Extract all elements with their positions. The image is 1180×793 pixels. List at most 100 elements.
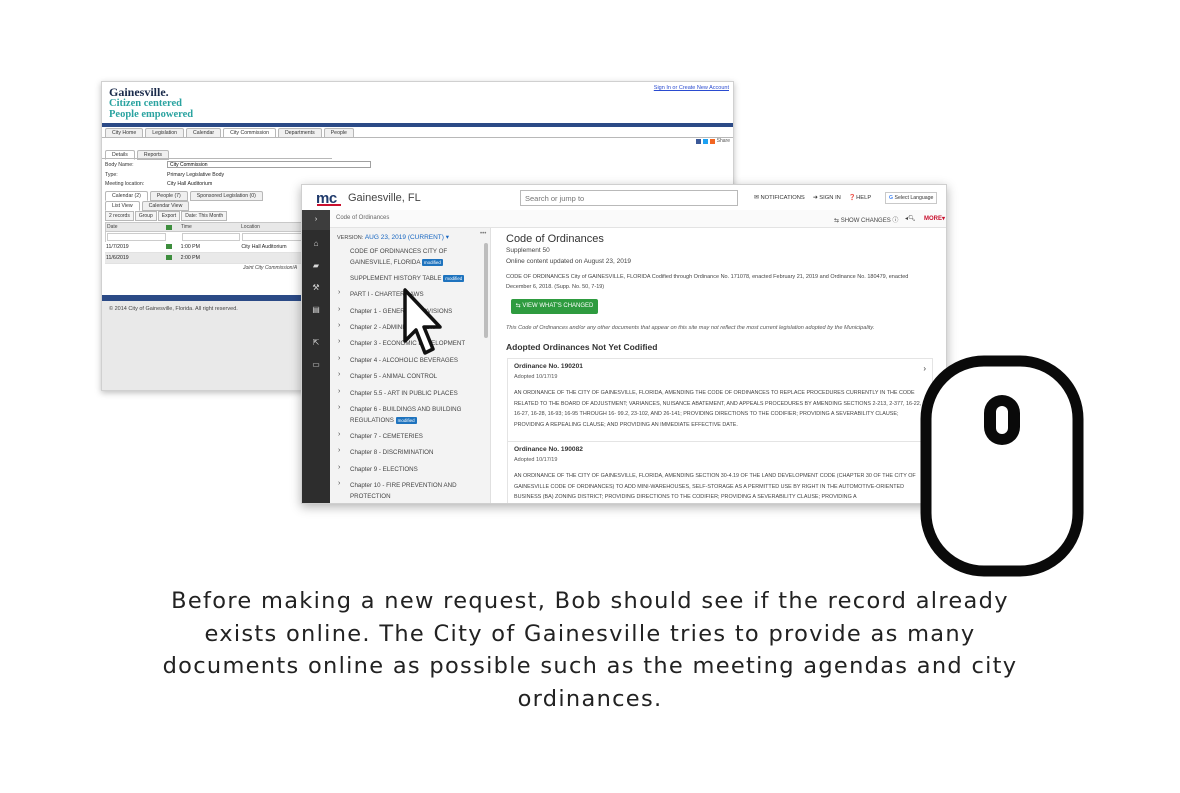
body-name-select[interactable]: City Commission <box>167 161 371 168</box>
calendar-icon[interactable] <box>165 255 172 260</box>
version-selector[interactable]: VERSION: AUG 23, 2019 (CURRENT) ▾ <box>337 233 449 241</box>
expand-icon[interactable]: › <box>338 355 340 362</box>
gainesville-logo-tagline: Citizen centered People empowered <box>109 98 193 120</box>
facebook-icon[interactable] <box>695 138 701 144</box>
calendar-icon[interactable] <box>165 244 172 249</box>
expand-icon[interactable]: › <box>338 404 340 411</box>
notifications-link[interactable]: ✉ NOTIFICATIONS <box>754 195 805 201</box>
field-label: Body Name: <box>105 162 134 168</box>
document-icon[interactable]: ▤ <box>302 305 330 314</box>
more-menu[interactable]: MORE▾ <box>924 215 945 222</box>
grid-filter-row <box>105 232 310 242</box>
expand-icon[interactable]: › <box>338 480 340 487</box>
table-row[interactable]: 11/7/2019 1:00 PM City Hall Auditorium <box>105 242 310 253</box>
language-label: Select Language <box>894 195 934 201</box>
tab-sponsored-legislation[interactable]: Sponsored Legislation (0) <box>189 191 263 201</box>
twitter-icon[interactable] <box>702 138 708 144</box>
search-input[interactable] <box>520 190 738 206</box>
google-icon: G <box>889 195 894 201</box>
expand-icon[interactable]: › <box>338 431 340 438</box>
ordinance-adopted-date: Adopted 10/17/19 <box>514 374 558 380</box>
share-tools: Share <box>695 138 730 144</box>
supplement-label: Supplement 50 <box>506 247 550 254</box>
external-link-icon[interactable]: ⇱ <box>302 338 330 347</box>
tab-list-view[interactable]: List View <box>105 201 140 211</box>
toc-item[interactable]: Chapter 10 - FIRE PREVENTION AND PROTECT… <box>350 480 468 502</box>
expand-icon[interactable]: › <box>338 371 340 378</box>
code-description: CODE OF ORDINANCES City of GAINESVILLE, … <box>506 274 909 290</box>
ordinance-number: Ordinance No. 190082 <box>514 446 583 453</box>
share-icon[interactable] <box>709 138 715 144</box>
expand-icon[interactable]: › <box>338 388 340 395</box>
joint-commission-note: Joint City Commission/A <box>243 265 298 271</box>
share-label[interactable]: Share <box>717 138 730 144</box>
tab-calendar-count[interactable]: Calendar (2) <box>105 191 148 201</box>
toc-scrollbar[interactable] <box>484 243 488 338</box>
header-bar <box>102 123 733 127</box>
home-icon[interactable]: ⌂ <box>302 239 330 248</box>
filter-icon[interactable] <box>167 232 181 242</box>
tab-divider <box>102 137 733 138</box>
row-time: 2:00 PM <box>180 255 200 261</box>
city-name[interactable]: Gainesville, FL <box>348 192 421 204</box>
column-calendar <box>166 223 181 231</box>
expand-icon[interactable]: › <box>338 447 340 454</box>
search-icon[interactable]: ◂🔍︎ <box>905 215 916 222</box>
ordinance-text: AN ORDINANCE OF THE CITY OF GAINESVILLE,… <box>514 390 922 428</box>
row-date: 11/7/2019 <box>106 244 129 250</box>
expand-rail-icon[interactable]: › <box>302 210 330 230</box>
modified-badge: modified <box>421 258 443 266</box>
expand-icon[interactable]: › <box>338 289 340 296</box>
date-filter-button[interactable]: Date: This Month <box>181 211 228 221</box>
row-calendar[interactable] <box>165 253 181 263</box>
modified-badge: modified <box>443 274 465 282</box>
field-label: Meeting location: <box>105 181 145 187</box>
more-label: MORE <box>924 216 942 222</box>
toc-item[interactable]: Chapter 6 - BUILDINGS AND BUILDING REGUL… <box>350 404 468 426</box>
toc-item[interactable]: SUPPLEMENT HISTORY TABLE modified <box>350 273 468 284</box>
toc-item[interactable]: Chapter 5 - ANIMAL CONTROL <box>350 371 468 382</box>
breadcrumb[interactable]: Code of Ordinances <box>336 215 389 221</box>
expand-icon[interactable]: › <box>338 322 340 329</box>
toc-item[interactable]: Chapter 7 - CEMETERIES <box>350 431 468 442</box>
gavel-icon[interactable]: ⚒ <box>302 283 330 292</box>
show-changes-label: SHOW CHANGES <box>840 218 891 224</box>
date-filter-input[interactable] <box>107 233 166 241</box>
ordinance-card[interactable]: Ordinance No. 190201 Adopted 10/17/19 AN… <box>507 358 933 443</box>
card-icon[interactable]: ▭ <box>302 360 330 369</box>
column-time[interactable]: Time <box>181 223 241 231</box>
toc-item[interactable]: CODE OF ORDINANCES CITY OF GAINESVILLE, … <box>350 246 468 268</box>
logo-underline <box>317 204 341 206</box>
tab-people-count[interactable]: People (7) <box>149 191 188 201</box>
toc-item[interactable]: Chapter 9 - ELECTIONS <box>350 464 468 475</box>
column-location[interactable]: Location <box>241 223 309 231</box>
location-filter-input[interactable] <box>242 233 308 241</box>
book-icon[interactable]: ▰ <box>302 261 330 270</box>
toc-options-icon[interactable]: ••• <box>480 231 486 237</box>
expand-icon[interactable]: › <box>338 464 340 471</box>
expand-icon[interactable]: › <box>338 306 340 313</box>
top-links: ✉ NOTIFICATIONS ➜ SIGN IN ❓HELP <box>754 195 871 201</box>
expand-icon[interactable]: › <box>338 338 340 345</box>
help-link[interactable]: ❓HELP <box>849 195 871 201</box>
ordinance-card[interactable]: Ordinance No. 190082 Adopted 10/17/19 AN… <box>507 441 933 503</box>
export-button[interactable]: Export <box>157 211 181 221</box>
sign-in-link[interactable]: ➜ SIGN IN <box>813 195 841 201</box>
sign-in-link[interactable]: Sign In or Create New Account <box>654 85 729 91</box>
table-row[interactable]: 11/6/2019 2:00 PM <box>105 253 310 264</box>
show-changes-toggle[interactable]: ⇆ SHOW CHANGES ⓘ <box>834 215 898 224</box>
column-date[interactable]: Date <box>106 223 166 231</box>
group-button[interactable]: Group <box>134 211 157 221</box>
ordinance-number: Ordinance No. 190201 <box>514 363 583 370</box>
page-title: Code of Ordinances <box>506 233 604 245</box>
modified-badge: modified <box>395 416 417 424</box>
tab-calendar-view[interactable]: Calendar View <box>141 201 190 211</box>
toc-item[interactable]: Chapter 8 - DISCRIMINATION <box>350 447 468 458</box>
toc-item[interactable]: Chapter 5.5 - ART IN PUBLIC PLACES <box>350 388 468 399</box>
view-whats-changed-button[interactable]: ⇆ VIEW WHAT'S CHANGED <box>511 299 598 314</box>
row-location <box>241 253 310 263</box>
version-value[interactable]: AUG 23, 2019 (CURRENT) <box>365 234 444 241</box>
row-calendar[interactable] <box>165 242 181 252</box>
language-select[interactable]: G Select Language <box>885 192 938 204</box>
time-filter-input[interactable] <box>181 233 241 241</box>
